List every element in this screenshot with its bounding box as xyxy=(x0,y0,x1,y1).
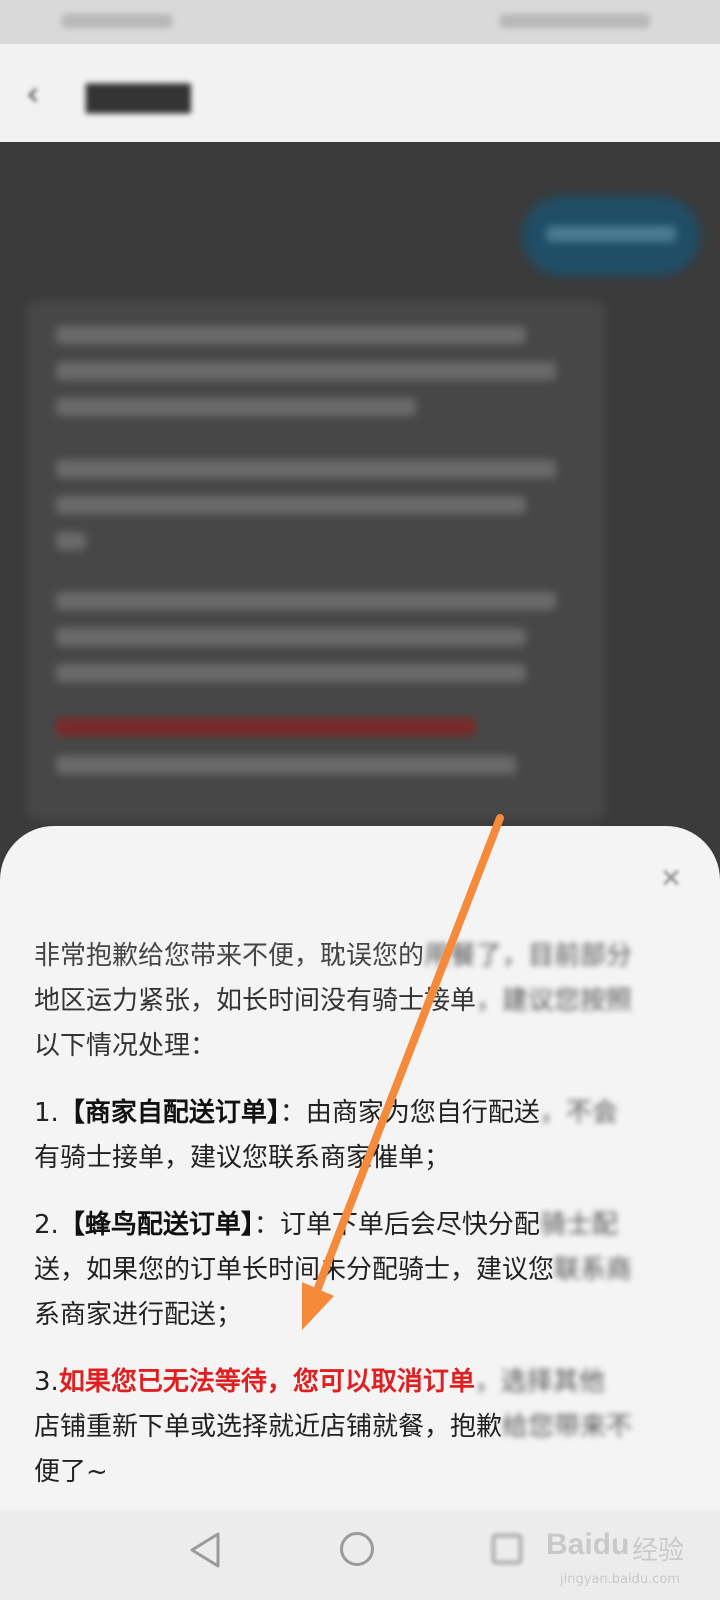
paragraph-item-3: 3.如果您已无法等待，您可以取消订单，选择其他 店铺重新下单或选择就近店铺就餐，… xyxy=(34,1367,633,1487)
square-recent-icon[interactable] xyxy=(492,1534,522,1564)
cancel-order-hint: 如果您已无法等待，您可以取消订单 xyxy=(58,1367,475,1397)
app-header: ‹ ▆▆▆▆ xyxy=(0,44,720,142)
watermark-text: 经验 xyxy=(632,1536,685,1566)
bottom-sheet: ✕ 非常抱歉给您带来不便，耽误您的用餐了，目前部分 地区运力紧张，如长时间没有骑… xyxy=(0,826,720,1510)
sheet-message: 非常抱歉给您带来不便，耽误您的用餐了，目前部分 地区运力紧张，如长时间没有骑士接… xyxy=(34,934,694,1517)
watermark-logo: Baidu xyxy=(546,1528,630,1561)
chat-message-card xyxy=(26,300,606,820)
baidu-watermark: Baidu 经验 jingyan.baidu.com xyxy=(540,1520,720,1600)
paragraph-item-1: 1.【商家自配送订单】：由商家为您自行配送，不会 有骑士接单，建议您联系商家催单… xyxy=(34,1098,618,1173)
triangle-back-icon[interactable] xyxy=(188,1530,224,1570)
watermark-url: jingyan.baidu.com xyxy=(560,1572,680,1587)
status-bar-left xyxy=(62,14,172,28)
page-title: ▆▆▆▆ xyxy=(86,74,191,114)
close-icon[interactable]: ✕ xyxy=(656,864,686,894)
paragraph-item-2: 2.【蜂鸟配送订单】：订单下单后会尽快分配骑士配 送，如果您的订单长时间未分配骑… xyxy=(34,1210,633,1330)
status-bar-right xyxy=(500,14,650,28)
chevron-left-icon[interactable]: ‹ xyxy=(26,74,60,114)
status-bar xyxy=(0,0,720,44)
paragraph-intro: 非常抱歉给您带来不便，耽误您的用餐了，目前部分 地区运力紧张，如长时间没有骑士接… xyxy=(34,941,633,1061)
circle-home-icon[interactable] xyxy=(340,1532,374,1566)
chat-bubble-text xyxy=(546,226,676,242)
